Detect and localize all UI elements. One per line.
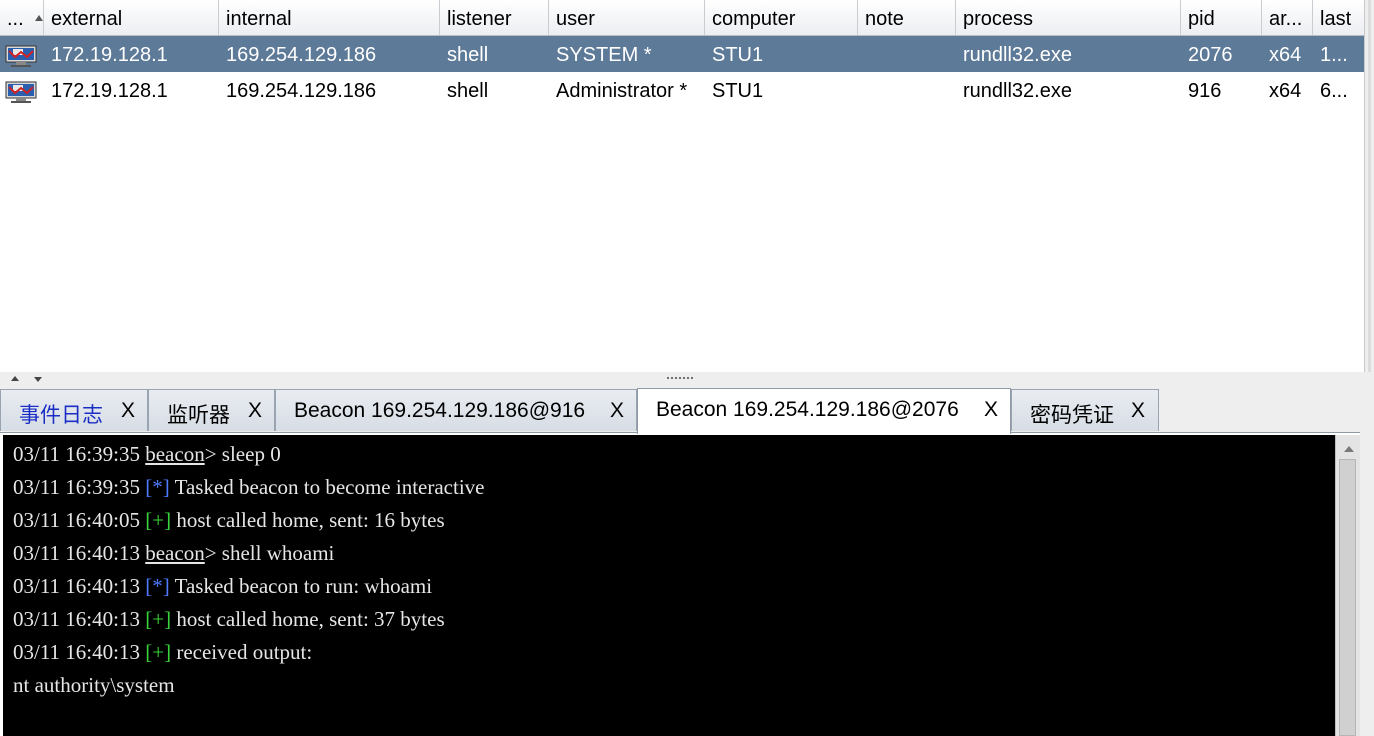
tab-label: Beacon 169.254.129.186@916	[294, 399, 586, 422]
cell-note	[858, 72, 956, 108]
cell-user: Administrator *	[556, 80, 688, 102]
console-output-line: nt authority\system	[13, 673, 175, 697]
cell-arch: x64	[1269, 44, 1302, 66]
console-line: 03/11 16:40:13 [*] Tasked beacon to run:…	[13, 574, 433, 598]
cell-internal: 169.254.129.186	[226, 80, 377, 102]
cell-note	[858, 36, 956, 72]
column-header-user[interactable]: user	[549, 0, 705, 35]
table-row[interactable]: 172.19.128.1 169.254.129.186 shell SYSTE…	[0, 36, 1364, 72]
cell-arch: x64	[1269, 80, 1302, 102]
table-row[interactable]: 172.19.128.1 169.254.129.186 shell Admin…	[0, 72, 1364, 108]
tab-label: 密码凭证	[1030, 404, 1114, 427]
console-line: 03/11 16:39:35 beacon> sleep 0	[13, 442, 281, 466]
table-scrollbar[interactable]	[1364, 0, 1374, 372]
tab-label: Beacon 169.254.129.186@2076	[656, 398, 959, 421]
session-table: ... external internal listener user comp…	[0, 0, 1364, 372]
cell-computer: STU1	[712, 80, 764, 102]
cell-process: rundll32.exe	[963, 44, 1072, 66]
cell-listener: shell	[447, 80, 489, 102]
close-icon[interactable]: X	[1131, 399, 1145, 423]
column-header-icon[interactable]: ...	[0, 0, 44, 35]
scrollbar-thumb[interactable]	[1339, 459, 1356, 736]
cell-pid: 2076	[1188, 44, 1233, 66]
beacon-console[interactable]: 03/11 16:39:35 beacon> sleep 0 03/11 16:…	[3, 435, 1335, 736]
cell-internal: 169.254.129.186	[226, 44, 377, 66]
cell-listener: shell	[447, 44, 489, 66]
tab-label: 监听器	[167, 404, 230, 427]
collapse-up-icon[interactable]	[11, 376, 19, 381]
tab-listeners[interactable]: 监听器 X	[148, 389, 275, 431]
close-icon[interactable]: X	[610, 399, 624, 423]
cell-last: 6...	[1320, 80, 1348, 102]
column-header-external[interactable]: external	[44, 0, 219, 35]
console-line: 03/11 16:40:13 [+] host called home, sen…	[13, 607, 445, 631]
tab-label: 事件日志	[19, 404, 103, 427]
close-icon[interactable]: X	[984, 398, 998, 422]
cell-process: rundll32.exe	[963, 80, 1072, 102]
column-header-internal[interactable]: internal	[219, 0, 440, 35]
column-header-pid[interactable]: pid	[1181, 0, 1262, 35]
console-line: 03/11 16:40:05 [+] host called home, sen…	[13, 508, 445, 532]
console-scrollbar[interactable]	[1335, 435, 1360, 736]
cell-external: 172.19.128.1	[51, 44, 168, 66]
beacon-session-icon	[5, 81, 37, 103]
close-icon[interactable]: X	[248, 399, 262, 423]
tab-credentials[interactable]: 密码凭证 X	[1011, 389, 1159, 431]
tab-event-log[interactable]: 事件日志 X	[0, 389, 148, 431]
cell-user: SYSTEM *	[556, 44, 652, 66]
beacon-prompt: beacon	[145, 541, 205, 565]
success-tag: [+]	[145, 508, 172, 532]
info-tag: [*]	[145, 574, 170, 598]
cell-external: 172.19.128.1	[51, 80, 168, 102]
tab-beacon-2076[interactable]: Beacon 169.254.129.186@2076 X	[637, 388, 1011, 434]
success-tag: [+]	[145, 640, 172, 664]
splitter-grip-icon[interactable]	[666, 376, 694, 380]
cell-computer: STU1	[712, 44, 764, 66]
column-header-computer[interactable]: computer	[705, 0, 858, 35]
column-header-listener[interactable]: listener	[440, 0, 549, 35]
console-line: 03/11 16:39:35 [*] Tasked beacon to beco…	[13, 475, 485, 499]
beacon-session-icon	[5, 45, 37, 67]
collapse-down-icon[interactable]	[34, 377, 42, 382]
console-line: 03/11 16:40:13 beacon> shell whoami	[13, 541, 335, 565]
console-line: 03/11 16:40:13 [+] received output:	[13, 640, 313, 664]
column-header-note[interactable]: note	[858, 0, 956, 35]
info-tag: [*]	[145, 475, 170, 499]
column-header-last[interactable]: last	[1313, 0, 1364, 35]
scroll-up-icon[interactable]	[1344, 446, 1354, 452]
column-header-process[interactable]: process	[956, 0, 1181, 35]
beacon-prompt: beacon	[145, 442, 205, 466]
cell-pid: 916	[1188, 80, 1222, 102]
table-header: ... external internal listener user comp…	[0, 0, 1364, 36]
column-header-arch[interactable]: ar...	[1262, 0, 1313, 35]
close-icon[interactable]: X	[121, 399, 135, 423]
window-edge	[1360, 432, 1374, 736]
success-tag: [+]	[145, 607, 172, 631]
cell-last: 1...	[1320, 44, 1348, 66]
tab-beacon-916[interactable]: Beacon 169.254.129.186@916 X	[275, 389, 637, 431]
sort-ascending-icon	[35, 15, 43, 21]
